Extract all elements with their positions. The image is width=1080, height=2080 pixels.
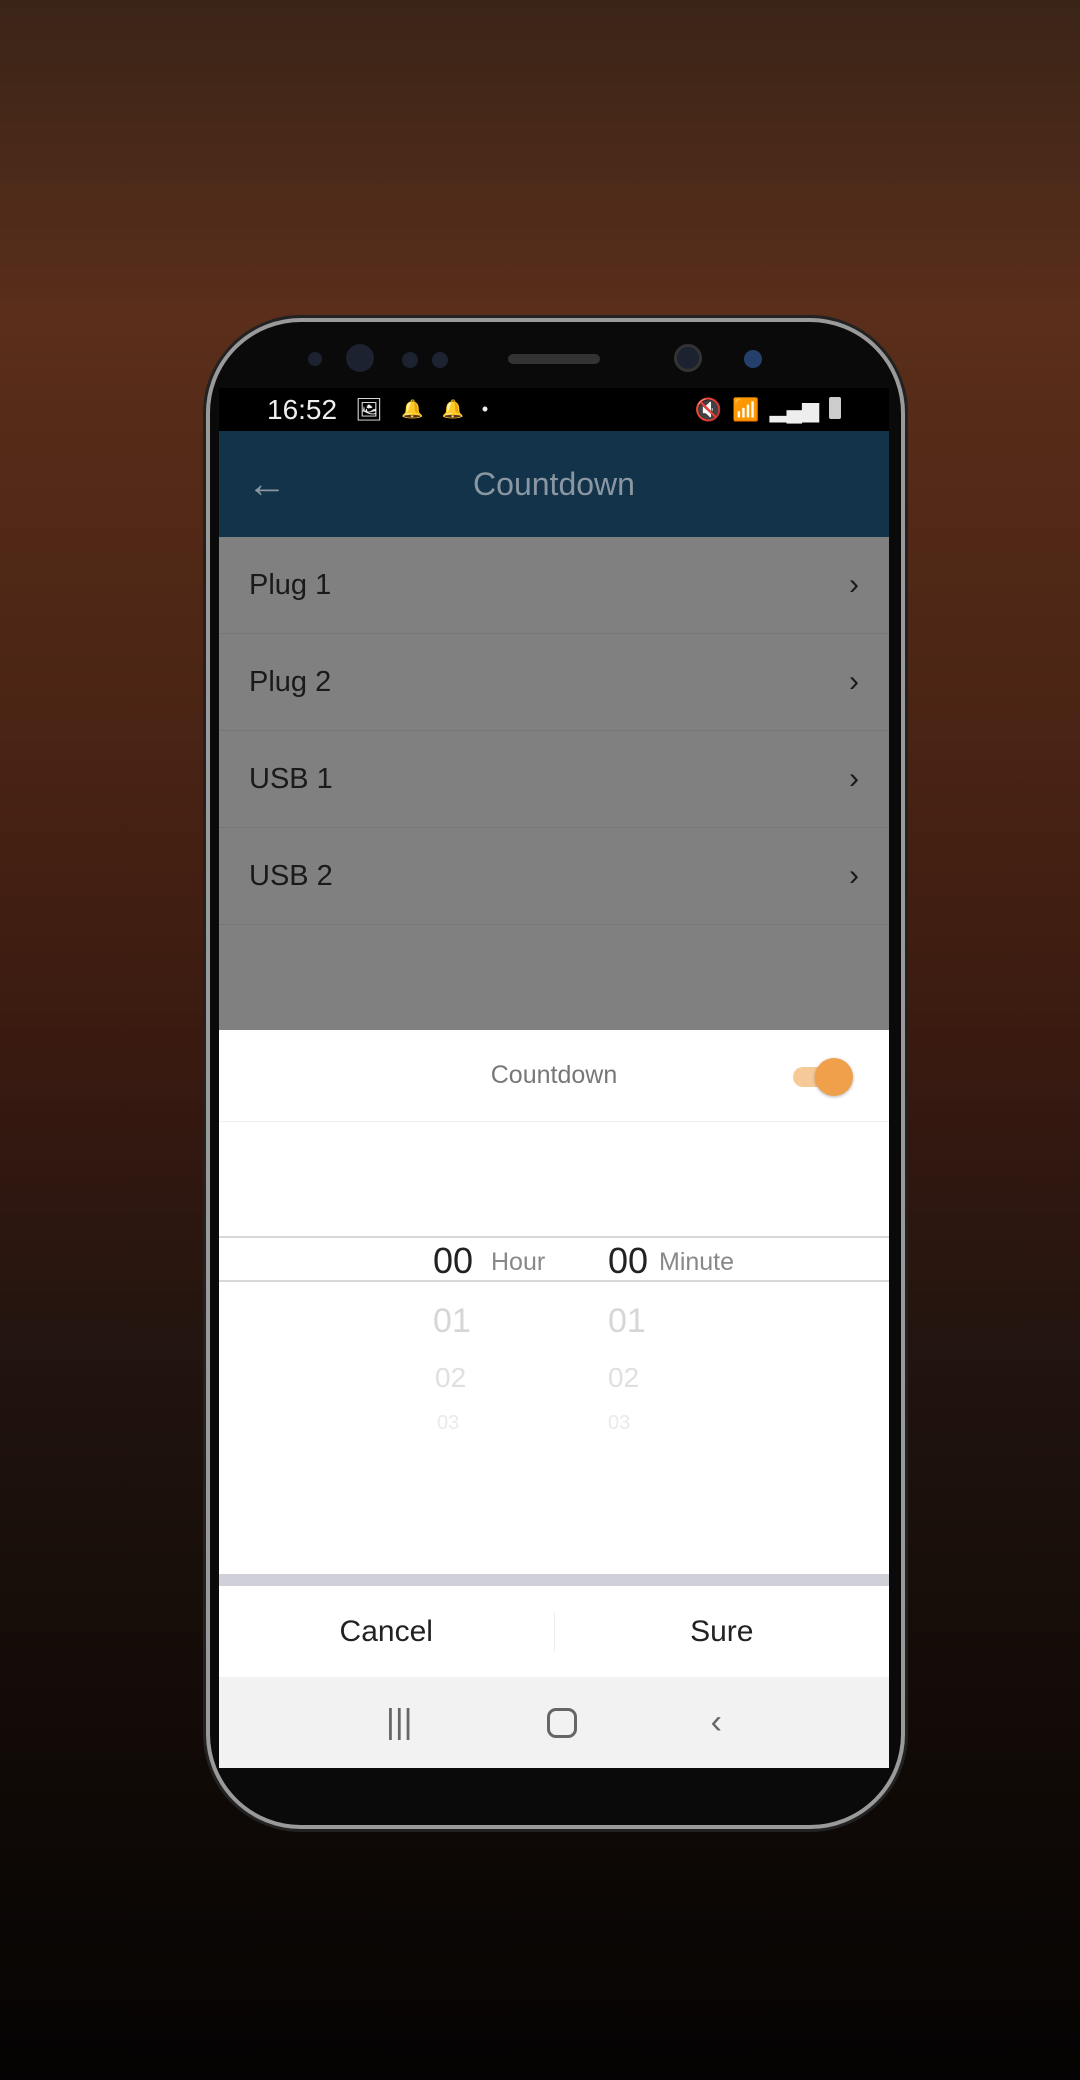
clock: 16:52: [267, 393, 338, 425]
chevron-right-icon: ›: [849, 859, 859, 892]
list-item[interactable]: Plug 2 ›: [219, 634, 889, 731]
sure-button[interactable]: Sure: [555, 1615, 890, 1649]
arrow-left-icon[interactable]: ←: [247, 462, 287, 507]
back-icon[interactable]: ‹: [711, 1703, 722, 1742]
cancel-button[interactable]: Cancel: [219, 1615, 554, 1649]
divider: [219, 1236, 889, 1238]
sensor-icon: [432, 352, 448, 368]
hour-selected[interactable]: 00: [433, 1240, 473, 1282]
sensor-icon: [744, 350, 762, 368]
list-item-label: Plug 2: [249, 665, 332, 698]
hour-option[interactable]: 03: [437, 1412, 459, 1435]
image-icon: 🖼: [355, 396, 384, 422]
earpiece: [508, 354, 600, 364]
minute-option[interactable]: 02: [608, 1362, 639, 1394]
sensor-icon: [346, 344, 374, 372]
wifi-icon: 📶: [732, 396, 760, 422]
hour-option[interactable]: 01: [433, 1302, 471, 1341]
front-camera-icon: [674, 344, 702, 372]
page-title: Countdown: [473, 465, 635, 502]
recent-apps-icon[interactable]: |||: [386, 1703, 413, 1742]
divider: [219, 1574, 889, 1586]
sheet-header: Countdown: [219, 1030, 889, 1122]
list-item[interactable]: USB 1 ›: [219, 731, 889, 828]
list-item[interactable]: USB 2 ›: [219, 828, 889, 925]
outlet-list: Plug 1 › Plug 2 › USB 1 › USB 2 ›: [219, 537, 889, 1030]
sheet-actions: Cancel Sure: [219, 1586, 889, 1677]
list-item-label: USB 1: [249, 762, 333, 795]
divider: [219, 1280, 889, 1282]
sheet-title: Countdown: [490, 1061, 618, 1089]
list-item[interactable]: Plug 1 ›: [219, 537, 889, 634]
app-bar: ← Countdown: [219, 431, 889, 537]
minute-option[interactable]: 01: [608, 1302, 646, 1341]
countdown-toggle[interactable]: [793, 1058, 853, 1096]
minute-selected[interactable]: 00: [608, 1240, 648, 1282]
hour-option[interactable]: 02: [435, 1362, 466, 1394]
status-bar: 16:52 🖼 🔔 🔔 • 🔇 📶 ▂▄▆: [219, 388, 889, 431]
mute-icon: 🔇: [694, 396, 723, 422]
sensor-icon: [402, 352, 418, 368]
minute-option[interactable]: 03: [608, 1412, 630, 1435]
sensor-icon: [308, 352, 322, 366]
bell-icon: 🔔: [441, 399, 464, 419]
navigation-bar: ||| ‹: [219, 1677, 889, 1768]
chevron-right-icon: ›: [849, 762, 859, 795]
home-icon[interactable]: [546, 1707, 577, 1738]
bell-icon: 🔔: [401, 399, 424, 419]
chevron-right-icon: ›: [849, 665, 859, 698]
list-item-label: USB 2: [249, 859, 333, 892]
battery-icon: [829, 396, 841, 419]
minute-unit: Minute: [659, 1248, 735, 1276]
screen: 16:52 🖼 🔔 🔔 • 🔇 📶 ▂▄▆ ← Countdown Plug 1…: [219, 388, 889, 1768]
time-picker[interactable]: 00 Hour 00 Minute 01 02 03 01 02 03: [219, 1122, 889, 1574]
dot-icon: •: [481, 399, 489, 419]
hour-unit: Hour: [491, 1248, 546, 1276]
list-item-label: Plug 1: [249, 568, 332, 601]
signal-icon: ▂▄▆: [769, 396, 819, 422]
chevron-right-icon: ›: [849, 568, 859, 601]
